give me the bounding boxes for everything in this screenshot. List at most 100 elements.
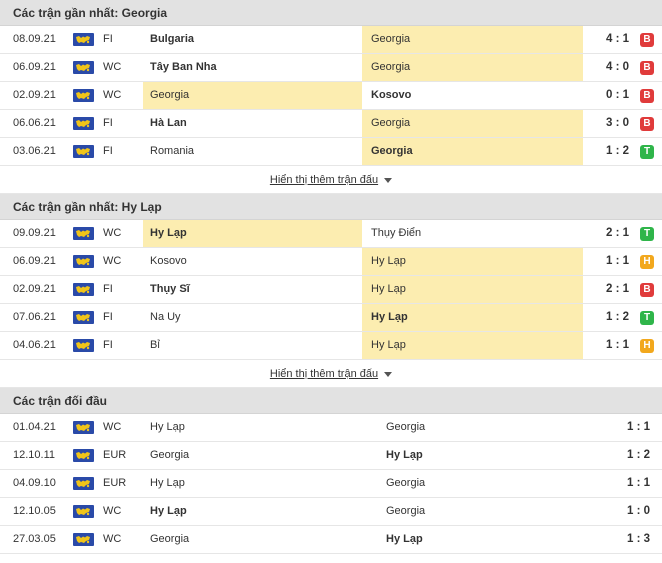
section-title: Các trận gần nhất: Georgia bbox=[0, 0, 662, 26]
home-team[interactable]: Georgia bbox=[143, 442, 379, 469]
match-date: 09.09.21 bbox=[13, 227, 56, 239]
match-row[interactable]: 01.04.21 WC Hy Lạp Georgia 1 : 1 bbox=[0, 414, 662, 442]
match-score: 1 : 2 bbox=[605, 145, 629, 157]
world-flag-icon bbox=[73, 449, 94, 462]
away-team[interactable]: Hy Lạp bbox=[362, 304, 583, 331]
away-team[interactable]: Hy Lạp bbox=[379, 526, 599, 553]
result-badge: B bbox=[640, 89, 654, 103]
away-team[interactable]: Georgia bbox=[379, 414, 599, 441]
away-team[interactable]: Hy Lạp bbox=[362, 276, 583, 303]
world-flag-icon bbox=[73, 227, 94, 240]
home-team[interactable]: Bỉ bbox=[143, 332, 362, 359]
match-row[interactable]: 03.06.21 FI Romania Georgia 1 : 2 T bbox=[0, 138, 662, 166]
result-badge: T bbox=[640, 311, 654, 325]
world-flag-icon bbox=[73, 505, 94, 518]
competition-code: WC bbox=[103, 61, 122, 73]
match-row[interactable]: 02.09.21 WC Georgia Kosovo 0 : 1 B bbox=[0, 82, 662, 110]
away-team[interactable]: Georgia bbox=[362, 110, 583, 137]
away-team[interactable]: Kosovo bbox=[362, 82, 583, 109]
match-score: 1 : 3 bbox=[626, 533, 650, 545]
world-flag-icon bbox=[73, 255, 94, 268]
world-flag-icon bbox=[73, 283, 94, 296]
match-date: 04.09.10 bbox=[13, 477, 56, 489]
show-more-link[interactable]: Hiển thị thêm trận đấu bbox=[270, 368, 378, 380]
show-more-row: Hiển thị thêm trận đấu bbox=[0, 166, 662, 194]
section-title: Các trận đối đầu bbox=[0, 388, 662, 414]
match-score: 2 : 1 bbox=[605, 283, 629, 295]
home-team[interactable]: Hà Lan bbox=[143, 110, 362, 137]
result-badge: T bbox=[640, 145, 654, 159]
match-score: 1 : 0 bbox=[626, 505, 650, 517]
away-team[interactable]: Georgia bbox=[362, 54, 583, 81]
home-team[interactable]: Hy Lạp bbox=[143, 470, 379, 497]
match-date: 03.06.21 bbox=[13, 145, 56, 157]
away-team[interactable]: Georgia bbox=[362, 26, 583, 53]
match-date: 12.10.05 bbox=[13, 505, 56, 517]
match-score: 1 : 1 bbox=[626, 477, 650, 489]
match-row[interactable]: 04.09.10 EUR Hy Lạp Georgia 1 : 1 bbox=[0, 470, 662, 498]
competition-code: FI bbox=[103, 33, 113, 45]
match-row[interactable]: 12.10.11 EUR Georgia Hy Lạp 1 : 2 bbox=[0, 442, 662, 470]
match-row[interactable]: 06.09.21 WC Kosovo Hy Lạp 1 : 1 H bbox=[0, 248, 662, 276]
home-team[interactable]: Thụy Sĩ bbox=[143, 276, 362, 303]
result-badge: B bbox=[640, 61, 654, 75]
home-team[interactable]: Tây Ban Nha bbox=[143, 54, 362, 81]
match-date: 08.09.21 bbox=[13, 33, 56, 45]
match-date: 06.09.21 bbox=[13, 61, 56, 73]
match-row[interactable]: 04.06.21 FI Bỉ Hy Lạp 1 : 1 H bbox=[0, 332, 662, 360]
show-more-link[interactable]: Hiển thị thêm trận đấu bbox=[270, 174, 378, 186]
home-team[interactable]: Kosovo bbox=[143, 248, 362, 275]
home-team[interactable]: Hy Lạp bbox=[143, 498, 379, 525]
match-row[interactable]: 12.10.05 WC Hy Lạp Georgia 1 : 0 bbox=[0, 498, 662, 526]
match-row[interactable]: 06.06.21 FI Hà Lan Georgia 3 : 0 B bbox=[0, 110, 662, 138]
competition-code: WC bbox=[103, 421, 122, 433]
world-flag-icon bbox=[73, 311, 94, 324]
match-date: 02.09.21 bbox=[13, 283, 56, 295]
caret-down-icon[interactable] bbox=[384, 177, 393, 183]
match-score: 1 : 2 bbox=[626, 449, 650, 461]
home-team[interactable]: Romania bbox=[143, 138, 362, 165]
match-date: 12.10.11 bbox=[13, 449, 56, 461]
competition-code: WC bbox=[103, 89, 122, 101]
match-row[interactable]: 02.09.21 FI Thụy Sĩ Hy Lạp 2 : 1 B bbox=[0, 276, 662, 304]
home-team[interactable]: Na Uy bbox=[143, 304, 362, 331]
match-row[interactable]: 27.03.05 WC Georgia Hy Lạp 1 : 3 bbox=[0, 526, 662, 554]
match-date: 06.06.21 bbox=[13, 117, 56, 129]
match-date: 06.09.21 bbox=[13, 255, 56, 267]
match-date: 27.03.05 bbox=[13, 533, 56, 545]
competition-code: EUR bbox=[103, 449, 127, 461]
competition-code: FI bbox=[103, 145, 113, 157]
away-team[interactable]: Hy Lạp bbox=[379, 442, 599, 469]
away-team[interactable]: Georgia bbox=[379, 470, 599, 497]
home-team[interactable]: Hy Lạp bbox=[143, 414, 379, 441]
caret-down-icon[interactable] bbox=[384, 371, 393, 377]
result-badge: T bbox=[640, 227, 654, 241]
home-team[interactable]: Georgia bbox=[143, 526, 379, 553]
match-list: 08.09.21 FI Bulgaria Georgia 4 : 1 B 06.09.21 W… bbox=[0, 26, 662, 166]
competition-code: WC bbox=[103, 533, 122, 545]
competition-code: FI bbox=[103, 283, 113, 295]
match-row[interactable]: 07.06.21 FI Na Uy Hy Lạp 1 : 2 T bbox=[0, 304, 662, 332]
home-team[interactable]: Bulgaria bbox=[143, 26, 362, 53]
match-score: 1 : 2 bbox=[605, 311, 629, 323]
match-row[interactable]: 09.09.21 WC Hy Lạp Thụy Điển 2 : 1 T bbox=[0, 220, 662, 248]
away-team[interactable]: Thụy Điển bbox=[362, 220, 583, 247]
match-score: 2 : 1 bbox=[605, 227, 629, 239]
match-score: 1 : 1 bbox=[626, 421, 650, 433]
result-badge: H bbox=[640, 255, 654, 269]
competition-code: FI bbox=[103, 339, 113, 351]
away-team[interactable]: Georgia bbox=[362, 138, 583, 165]
away-team[interactable]: Hy Lạp bbox=[362, 332, 583, 359]
match-row[interactable]: 06.09.21 WC Tây Ban Nha Georgia 4 : 0 B bbox=[0, 54, 662, 82]
home-team[interactable]: Georgia bbox=[143, 82, 362, 109]
world-flag-icon bbox=[73, 89, 94, 102]
result-badge: B bbox=[640, 283, 654, 297]
away-team[interactable]: Hy Lạp bbox=[362, 248, 583, 275]
match-date: 04.06.21 bbox=[13, 339, 56, 351]
match-score: 1 : 1 bbox=[605, 255, 629, 267]
result-badge: B bbox=[640, 117, 654, 131]
match-row[interactable]: 08.09.21 FI Bulgaria Georgia 4 : 1 B bbox=[0, 26, 662, 54]
home-team[interactable]: Hy Lạp bbox=[143, 220, 362, 247]
section-title: Các trận gần nhất: Hy Lạp bbox=[0, 194, 662, 220]
away-team[interactable]: Georgia bbox=[379, 498, 599, 525]
